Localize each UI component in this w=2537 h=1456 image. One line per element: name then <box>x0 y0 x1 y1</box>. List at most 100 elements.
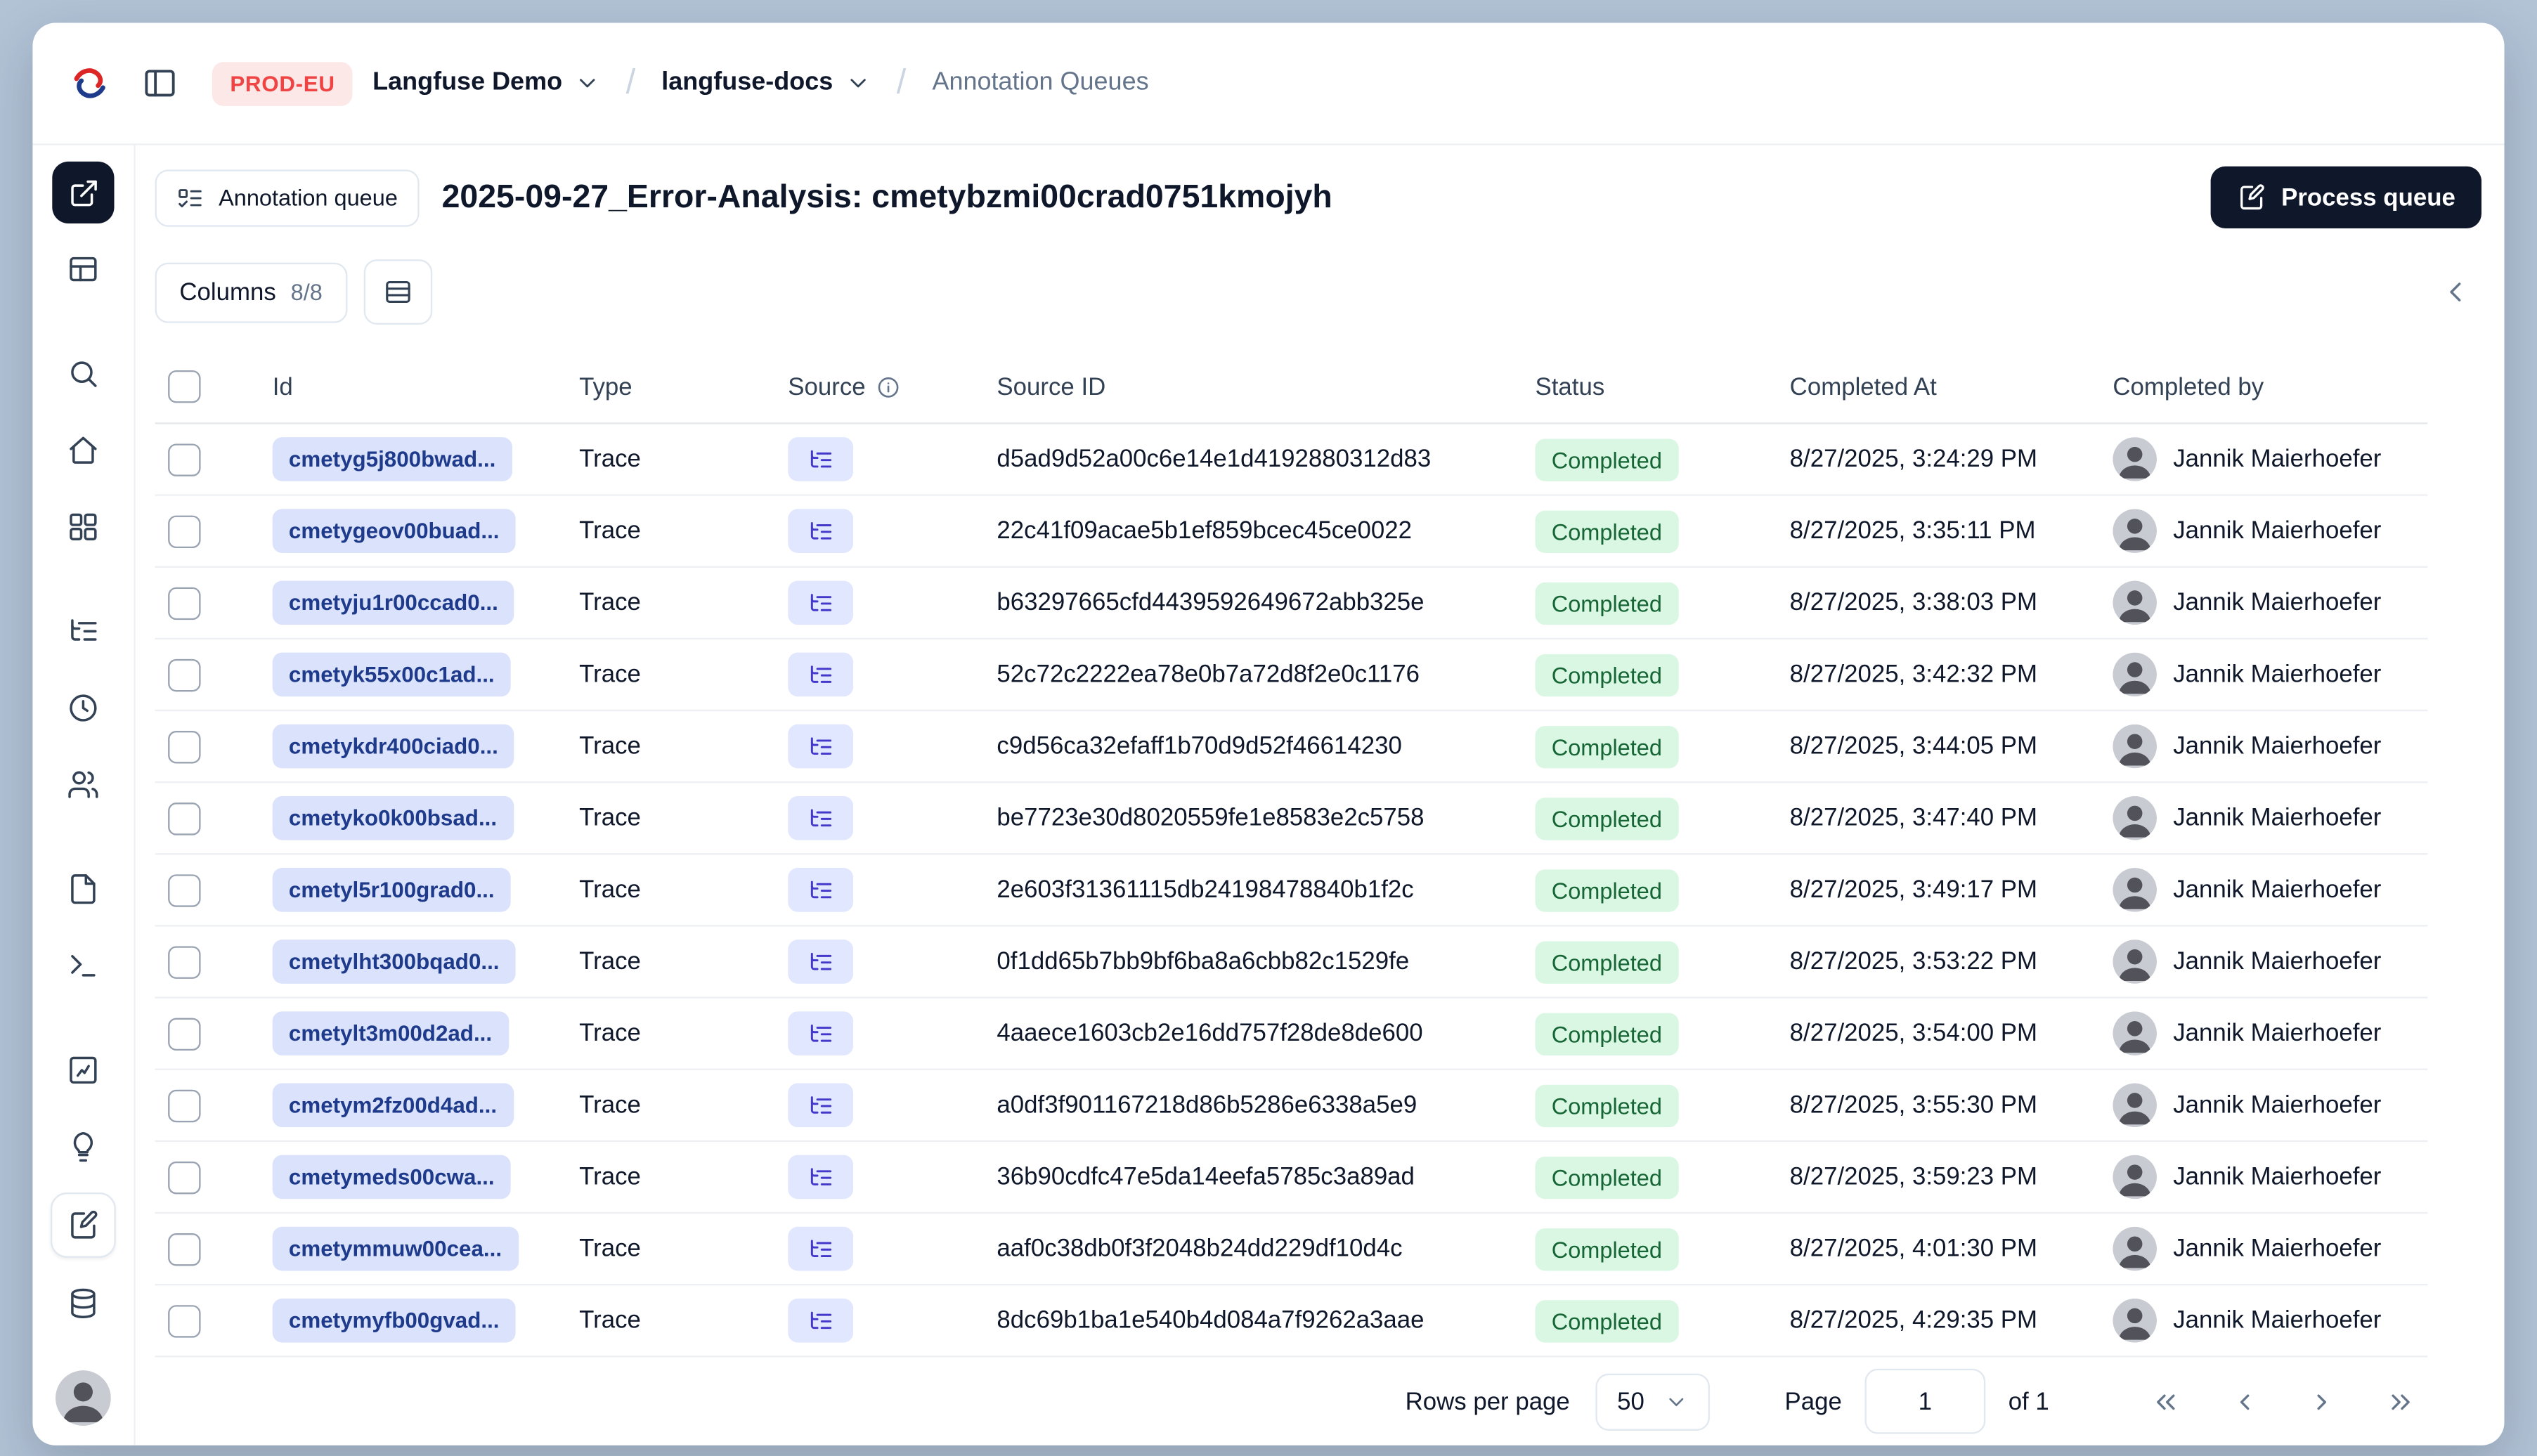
row-height-button[interactable] <box>363 259 432 325</box>
previous-page-button[interactable] <box>2216 1374 2271 1429</box>
sidebar-item-evaluation[interactable] <box>52 1039 114 1101</box>
sidebar-item-home[interactable] <box>52 420 114 481</box>
trace-source-button[interactable] <box>788 795 854 840</box>
status-badge: Completed <box>1535 1227 1679 1270</box>
trace-tree-icon <box>67 615 99 647</box>
select-all-checkbox[interactable] <box>168 370 201 403</box>
row-checkbox[interactable] <box>168 1232 201 1266</box>
row-checkbox[interactable] <box>168 802 201 835</box>
next-page-button[interactable] <box>2294 1374 2349 1429</box>
row-checkbox[interactable] <box>168 873 201 906</box>
row-source-id: 4aaece1603cb2e16dd757f28de8de600 <box>997 1019 1423 1048</box>
row-checkbox[interactable] <box>168 729 201 763</box>
lightbulb-icon <box>67 1131 99 1163</box>
trace-source-button[interactable] <box>788 868 854 912</box>
user-avatar[interactable] <box>55 1370 111 1426</box>
trace-source-button[interactable] <box>788 652 854 697</box>
row-id-link[interactable]: cmetyk55x00c1ad... <box>272 652 511 697</box>
row-completed-at: 8/27/2025, 3:24:29 PM <box>1789 445 2038 474</box>
completed-by-name: Jannik Maierhoefer <box>2173 1019 2382 1048</box>
row-id-link[interactable]: cmetymyfb00gvad... <box>272 1298 516 1343</box>
chevron-down-icon <box>573 70 599 96</box>
trace-source-button[interactable] <box>788 1298 854 1343</box>
desktop: PROD-EU Langfuse Demo / langfuse-docs / … <box>0 0 2537 1456</box>
row-checkbox[interactable] <box>168 514 201 547</box>
columns-button[interactable]: Columns 8/8 <box>155 261 347 323</box>
sidebar-item-playground[interactable] <box>52 935 114 996</box>
breadcrumb-project[interactable]: langfuse-docs <box>661 69 870 98</box>
row-id-link[interactable]: cmetylht300bqad0... <box>272 940 516 984</box>
completed-by-avatar <box>2113 1226 2158 1271</box>
row-checkbox[interactable] <box>168 658 201 691</box>
sidebar-item-users[interactable] <box>52 754 114 816</box>
info-icon[interactable] <box>876 375 900 399</box>
annotation-queue-badge[interactable]: Annotation queue <box>155 169 420 226</box>
trace-tree-icon <box>807 590 833 616</box>
row-source-id: be7723e30d8020559fe1e8583e2c5758 <box>997 804 1425 832</box>
process-queue-button[interactable]: Process queue <box>2211 166 2482 229</box>
completed-by-avatar <box>2113 868 2158 912</box>
table-row: cmetymeds00cwa... Trace 36b90cdfc47e5da1… <box>155 1142 2428 1214</box>
sidebar-item-tracing[interactable] <box>52 600 114 662</box>
completed-by-avatar <box>2113 795 2158 840</box>
sidebar-item-tables[interactable] <box>52 238 114 300</box>
trace-source-button[interactable] <box>788 940 854 984</box>
table-row: cmetymyfb00gvad... Trace 8dc69b1ba1e540b… <box>155 1285 2428 1358</box>
trace-tree-icon <box>807 661 833 687</box>
row-checkbox[interactable] <box>168 1017 201 1050</box>
rows-per-page-select[interactable]: 50 <box>1595 1372 1710 1430</box>
row-source-id: a0df3f901167218d86b5286e6338a5e9 <box>997 1091 1417 1119</box>
row-id-link[interactable]: cmetymeds00cwa... <box>272 1155 511 1200</box>
sidebar-item-dashboards[interactable] <box>52 496 114 558</box>
open-external-button[interactable] <box>52 161 115 224</box>
sidebar-item-sessions[interactable] <box>52 677 114 739</box>
page-total: of 1 <box>2008 1387 2049 1415</box>
trace-tree-icon <box>807 1308 833 1334</box>
row-checkbox[interactable] <box>168 443 201 476</box>
sidebar-item-annotation-queues[interactable] <box>50 1192 116 1258</box>
sidebar-item-models[interactable] <box>52 1273 114 1334</box>
row-checkbox[interactable] <box>168 1160 201 1194</box>
trace-source-button[interactable] <box>788 1011 854 1056</box>
row-completed-at: 8/27/2025, 3:38:03 PM <box>1789 589 2038 617</box>
trace-source-button[interactable] <box>788 1226 854 1271</box>
last-page-button[interactable] <box>2372 1374 2427 1429</box>
row-id-link[interactable]: cmetyju1r00ccad0... <box>272 580 515 625</box>
first-page-button[interactable] <box>2137 1374 2193 1429</box>
table-icon <box>67 253 99 285</box>
row-id-link[interactable]: cmetykdr400ciad0... <box>272 724 515 769</box>
breadcrumb-org[interactable]: Langfuse Demo <box>372 69 599 98</box>
collapse-panel-button[interactable] <box>2429 266 2481 318</box>
row-id-link[interactable]: cmetymmuw00cea... <box>272 1226 519 1271</box>
status-badge: Completed <box>1535 581 1679 624</box>
sidebar-item-prompts[interactable] <box>52 1116 114 1178</box>
trace-source-button[interactable] <box>788 1083 854 1128</box>
row-checkbox[interactable] <box>168 586 201 620</box>
sidebar-toggle-button[interactable] <box>131 54 190 113</box>
users-icon <box>67 768 99 800</box>
status-badge: Completed <box>1535 1299 1679 1342</box>
row-id-link[interactable]: cmetyko0k00bsad... <box>272 795 514 840</box>
completed-by-name: Jannik Maierhoefer <box>2173 589 2382 617</box>
langfuse-logo <box>69 62 111 104</box>
row-checkbox[interactable] <box>168 1304 201 1337</box>
table-row: cmetym2fz00d4ad... Trace a0df3f901167218… <box>155 1070 2428 1143</box>
row-checkbox[interactable] <box>168 945 201 978</box>
row-id-link[interactable]: cmetyl5r100grad0... <box>272 868 511 912</box>
row-id-link[interactable]: cmetylt3m00d2ad... <box>272 1011 509 1056</box>
row-id-link[interactable]: cmetyg5j800bwad... <box>272 437 512 481</box>
page-number-input[interactable] <box>1864 1368 1986 1434</box>
sidebar-item-datasets[interactable] <box>52 858 114 920</box>
row-id-link[interactable]: cmetym2fz00d4ad... <box>272 1083 514 1128</box>
trace-source-button[interactable] <box>788 509 854 553</box>
row-checkbox[interactable] <box>168 1088 201 1122</box>
table-toolbar: Columns 8/8 <box>155 259 2485 325</box>
row-completed-at: 8/27/2025, 4:01:30 PM <box>1789 1235 2038 1263</box>
sidebar-item-search[interactable] <box>52 343 114 405</box>
trace-source-button[interactable] <box>788 1155 854 1200</box>
row-completed-by: Jannik Maierhoefer <box>2100 509 2428 553</box>
row-id-link[interactable]: cmetygeov00buad... <box>272 509 516 553</box>
trace-source-button[interactable] <box>788 580 854 625</box>
trace-source-button[interactable] <box>788 724 854 769</box>
trace-source-button[interactable] <box>788 437 854 481</box>
